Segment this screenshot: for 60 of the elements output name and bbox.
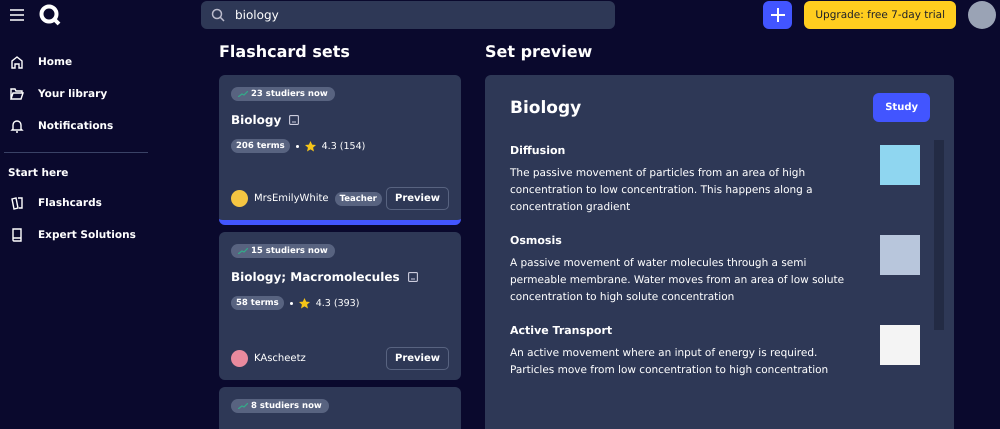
menu-icon[interactable]: [10, 9, 24, 21]
trend-icon: [238, 403, 248, 409]
studiers-count: 8 studiers now: [251, 401, 322, 411]
logo-icon[interactable]: [38, 3, 62, 27]
rating: 4.3 (393): [316, 298, 360, 308]
set-title: Biology; Macromolecules: [231, 270, 400, 284]
separator-dot: [290, 302, 293, 304]
studiers-count: 23 studiers now: [251, 89, 328, 99]
study-button[interactable]: Study: [873, 93, 930, 122]
preview-button[interactable]: Preview: [386, 187, 449, 210]
sidebar-item[interactable]: Your library: [38, 88, 108, 100]
term-definition: An active movement where an input of energy is required. Particles move from low concentration to high concentration: [510, 346, 830, 378]
upgrade-button[interactable]: Upgrade: free 7-day trial: [804, 1, 956, 29]
author-avatar: [231, 350, 248, 367]
sidebar-item[interactable]: Expert Solutions: [38, 229, 136, 241]
section-heading: Start here: [7, 166, 70, 181]
diagram-placeholder: [880, 325, 920, 365]
trend-icon: [238, 91, 248, 97]
search-field[interactable]: biology: [201, 1, 615, 29]
star-icon: [304, 140, 316, 152]
term-count: 206 terms: [231, 139, 290, 153]
sidebar-item[interactable]: Home: [38, 56, 72, 68]
term-title: Active Transport: [510, 324, 614, 337]
sidebar-item[interactable]: Notifications: [38, 120, 114, 132]
book-icon: [10, 228, 24, 242]
create-button[interactable]: [763, 1, 792, 29]
search-icon: [211, 8, 225, 22]
diagram-placeholder: [880, 235, 920, 275]
home-icon: [10, 55, 24, 69]
image-icon: [289, 115, 300, 125]
author-name[interactable]: KAscheetz: [254, 353, 306, 364]
bell-icon: [10, 119, 24, 133]
term-count: 58 terms: [231, 296, 284, 310]
term-definition: A passive movement of water molecules through a semi permeable membrane. Water moves from an area of low solute concentration to high solute concentration: [510, 256, 846, 305]
set-card[interactable]: 8 studiers now: [219, 387, 461, 429]
term-definition: The passive movement of particles from an area of high concentration to low concentration. This happens along a concentration gradient: [510, 166, 814, 215]
avatar[interactable]: [968, 1, 996, 29]
term-title: Diffusion: [510, 144, 566, 157]
section-heading: Flashcard sets: [219, 42, 351, 62]
role-badge: Teacher: [334, 192, 382, 206]
author-avatar: [231, 190, 248, 207]
section-heading: Set preview: [485, 42, 594, 62]
diagram-placeholder: [880, 145, 920, 185]
star-icon: [298, 298, 310, 308]
term-title: Osmosis: [510, 234, 563, 247]
folder-icon: [10, 87, 24, 101]
rating: 4.3 (154): [322, 140, 366, 152]
set-card[interactable]: 23 studiers now Biology 206 terms 4.3 (154) MrsEmilyWhite Teacher Preview: [219, 75, 461, 225]
studiers-count: 15 studiers now: [251, 246, 328, 256]
set-title: Biology: [510, 98, 582, 118]
cards-icon: [10, 196, 24, 210]
trend-icon: [238, 248, 248, 254]
author-name[interactable]: MrsEmilyWhite: [254, 193, 329, 204]
plus-icon: [770, 8, 785, 22]
set-card[interactable]: 15 studiers now Biology; Macromolecules 58 terms 4.3 (393) KAscheetz Preview: [219, 232, 461, 380]
preview-button[interactable]: Preview: [386, 347, 449, 370]
separator-dot: [296, 144, 299, 148]
image-icon: [408, 272, 418, 282]
sidebar-item[interactable]: Flashcards: [38, 197, 102, 209]
set-title: Biology: [231, 113, 282, 127]
